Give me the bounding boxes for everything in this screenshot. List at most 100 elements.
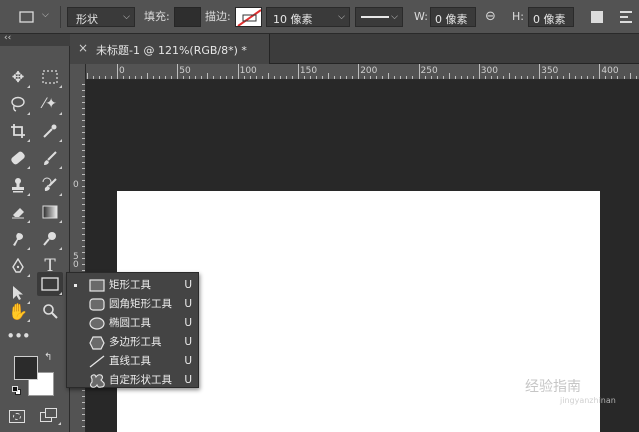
- flyout-item-rounded-rectangle-tool[interactable]: 圆角矩形工具 U: [67, 295, 200, 314]
- ruler-minor-tick: [82, 180, 85, 181]
- link-icon[interactable]: ⊖: [485, 9, 496, 24]
- ruler-tick-label: 0: [73, 260, 79, 270]
- swap-colors-icon[interactable]: ↰: [44, 352, 52, 363]
- ruler-minor-tick: [430, 76, 432, 79]
- flyout-item-label: 自定形状工具: [109, 374, 172, 386]
- selected-indicator: [74, 284, 77, 287]
- stroke-type-select[interactable]: ⌵: [355, 7, 403, 27]
- document-tab[interactable]: × 未标题-1 @ 121%(RGB/8*) *: [70, 34, 270, 64]
- submenu-indicator: [59, 193, 62, 196]
- flyout-item-polygon-tool[interactable]: 多边形工具 U: [67, 333, 200, 352]
- hand-tool[interactable]: ✋: [5, 299, 31, 323]
- height-field[interactable]: 0 像素: [528, 7, 574, 27]
- healing-brush-tool[interactable]: [5, 146, 31, 170]
- ruler-minor-tick: [135, 76, 137, 79]
- magic-wand-tool[interactable]: ⁄✦: [37, 92, 63, 116]
- mode-value: 形状: [76, 13, 98, 26]
- ruler-minor-tick: [472, 76, 474, 79]
- ruler-minor-tick: [273, 76, 275, 79]
- foreground-color-swatch[interactable]: [14, 356, 38, 380]
- dodge-tool[interactable]: [37, 227, 63, 251]
- ruler-minor-tick: [195, 76, 197, 79]
- clone-stamp-tool[interactable]: [5, 173, 31, 197]
- ruler-minor-tick: [533, 76, 535, 79]
- ruler-minor-tick: [82, 198, 85, 199]
- flyout-item-line-tool[interactable]: 直线工具 U: [67, 352, 200, 371]
- crop-icon: [11, 124, 25, 138]
- pen-tool[interactable]: [5, 254, 31, 278]
- ruler-minor-tick: [635, 76, 637, 79]
- path-alignment-button[interactable]: [620, 9, 634, 25]
- ruler-minor-tick: [82, 222, 85, 223]
- ruler-major-tick: [237, 64, 239, 79]
- ruler-major-tick: [358, 64, 360, 79]
- hand-icon: ✋: [8, 301, 28, 321]
- tool-preset-picker[interactable]: ⌵: [14, 8, 54, 26]
- ruler-minor-tick: [82, 210, 85, 211]
- stamp-icon: [12, 178, 24, 193]
- ruler-minor-tick: [82, 390, 85, 391]
- submenu-indicator: [27, 220, 30, 223]
- screen-mode-button[interactable]: [40, 408, 61, 425]
- marquee-icon: [42, 70, 58, 84]
- line-icon: [89, 355, 105, 368]
- submenu-indicator: [59, 85, 62, 88]
- brush-tool[interactable]: [37, 146, 63, 170]
- ruler-minor-tick: [502, 76, 504, 79]
- ruler-minor-tick: [171, 76, 173, 79]
- ruler-minor-tick: [334, 76, 336, 79]
- flyout-item-shortcut: U: [184, 317, 192, 329]
- ruler-minor-tick: [201, 76, 203, 79]
- magic-wand-icon: ⁄✦: [42, 96, 58, 112]
- ruler-minor-tick: [575, 76, 577, 79]
- crop-tool[interactable]: [5, 119, 31, 143]
- ruler-minor-tick: [82, 408, 85, 409]
- flyout-item-ellipse-tool[interactable]: 椭圆工具 U: [67, 314, 200, 333]
- move-icon: ✥: [11, 68, 25, 86]
- stroke-width-value: 10 像素: [273, 13, 313, 26]
- ruler-minor-tick: [243, 76, 245, 79]
- path-operations-button[interactable]: [591, 11, 603, 23]
- dodge-icon: [43, 232, 56, 246]
- move-tool[interactable]: ✥: [5, 65, 31, 89]
- ruler-tick-label: 300: [480, 66, 498, 76]
- ruler-minor-tick: [388, 73, 390, 79]
- flyout-item-rectangle-tool[interactable]: 矩形工具 U: [67, 276, 200, 295]
- ruler-minor-tick: [303, 76, 305, 79]
- ruler-minor-tick: [82, 252, 85, 253]
- zoom-tool[interactable]: [37, 299, 63, 323]
- flyout-item-custom-shape-tool[interactable]: 自定形状工具 U: [67, 371, 200, 390]
- ruler-minor-tick: [454, 76, 456, 79]
- marquee-tool[interactable]: [37, 65, 63, 89]
- gradient-tool[interactable]: [37, 200, 63, 224]
- blur-tool[interactable]: [5, 227, 31, 251]
- width-field[interactable]: 0 像素: [430, 7, 476, 27]
- rectangle-icon: [41, 277, 59, 291]
- quick-mask-button[interactable]: [9, 410, 25, 423]
- no-color-slash-icon: [237, 9, 261, 26]
- ruler-minor-tick: [225, 76, 227, 79]
- stroke-width-select[interactable]: 10 像素 ⌵: [266, 7, 350, 27]
- close-tab-icon[interactable]: ×: [78, 41, 88, 55]
- rectangle-tool[interactable]: [37, 272, 63, 296]
- flyout-item-label: 椭圆工具: [109, 317, 151, 329]
- stroke-swatch[interactable]: [235, 7, 262, 27]
- eyedropper-tool[interactable]: [37, 119, 63, 143]
- submenu-indicator: [58, 422, 61, 425]
- watermark: 经验指南: [525, 379, 581, 395]
- mode-select[interactable]: 形状 ⌵: [67, 7, 135, 27]
- ruler-minor-tick: [82, 414, 85, 415]
- horizontal-ruler[interactable]: 0 50 100 150 200 250 300 350 400: [86, 64, 639, 80]
- ruler-minor-tick: [82, 186, 85, 187]
- ruler-minor-tick: [86, 73, 88, 79]
- edit-toolbar-button[interactable]: •••: [5, 324, 31, 348]
- eraser-tool[interactable]: [5, 200, 31, 224]
- ruler-tick-label: 150: [299, 66, 318, 76]
- lasso-tool[interactable]: [5, 92, 31, 116]
- ruler-minor-tick: [82, 402, 85, 403]
- ruler-minor-tick: [557, 76, 559, 79]
- fill-swatch[interactable]: [174, 7, 201, 27]
- default-colors-icon[interactable]: [12, 386, 22, 396]
- history-brush-tool[interactable]: [37, 173, 63, 197]
- toolbar-collapse-strip[interactable]: ‹‹: [0, 33, 70, 46]
